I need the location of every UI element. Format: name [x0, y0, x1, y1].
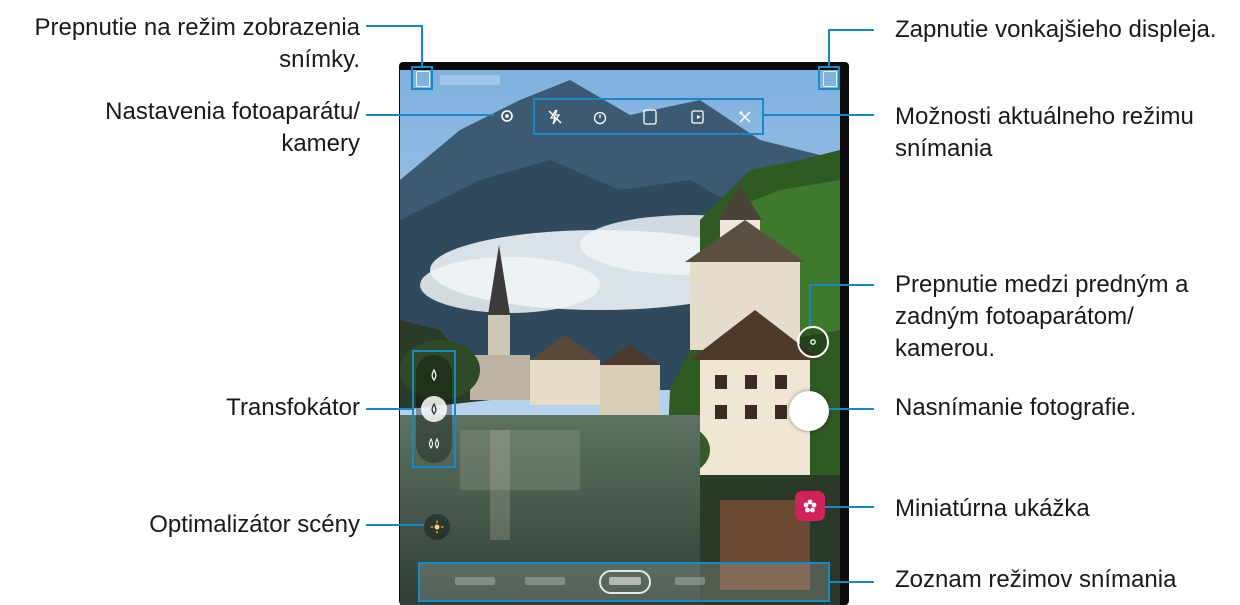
- shutter-button[interactable]: [789, 391, 829, 431]
- highlight-outer-display: [818, 66, 840, 90]
- callout-capture: Nasnímanie fotografie.: [895, 394, 1137, 421]
- callout-outer-display: Zapnutie vonkajšieho displeja.: [895, 16, 1217, 43]
- callout-thumbnail: Miniatúrna ukážka: [895, 495, 1090, 522]
- switch-camera-button[interactable]: [797, 326, 829, 358]
- callout-view-mode: Prepnutie na režim zobrazenia snímky.: [34, 14, 360, 73]
- highlight-modes-list: [418, 562, 830, 602]
- highlight-mode-options: [533, 98, 764, 135]
- gallery-flower-icon: [803, 499, 817, 513]
- highlight-view-mode: [411, 66, 433, 90]
- switch-camera-icon: [810, 339, 816, 345]
- thumbnail-preview[interactable]: [795, 491, 825, 521]
- callout-settings: Nastavenia fotoaparátu/ kamery: [105, 98, 360, 157]
- callout-optimizer: Optimalizátor scény: [149, 511, 360, 538]
- preview-landscape: [400, 70, 840, 605]
- preview-label: [440, 75, 500, 85]
- settings-icon[interactable]: [498, 107, 516, 125]
- callout-modes-list: Zoznam režimov snímania: [895, 566, 1177, 593]
- callout-switch-camera: Prepnutie medzi predným a zadným fotoapa…: [895, 271, 1189, 362]
- highlight-zoom: [412, 350, 456, 468]
- camera-preview: [400, 70, 840, 605]
- callout-zoom: Transfokátor: [226, 394, 360, 421]
- scene-optimizer-icon[interactable]: [424, 514, 450, 540]
- callout-mode-options: Možnosti aktuálneho režimu snímania: [895, 103, 1194, 162]
